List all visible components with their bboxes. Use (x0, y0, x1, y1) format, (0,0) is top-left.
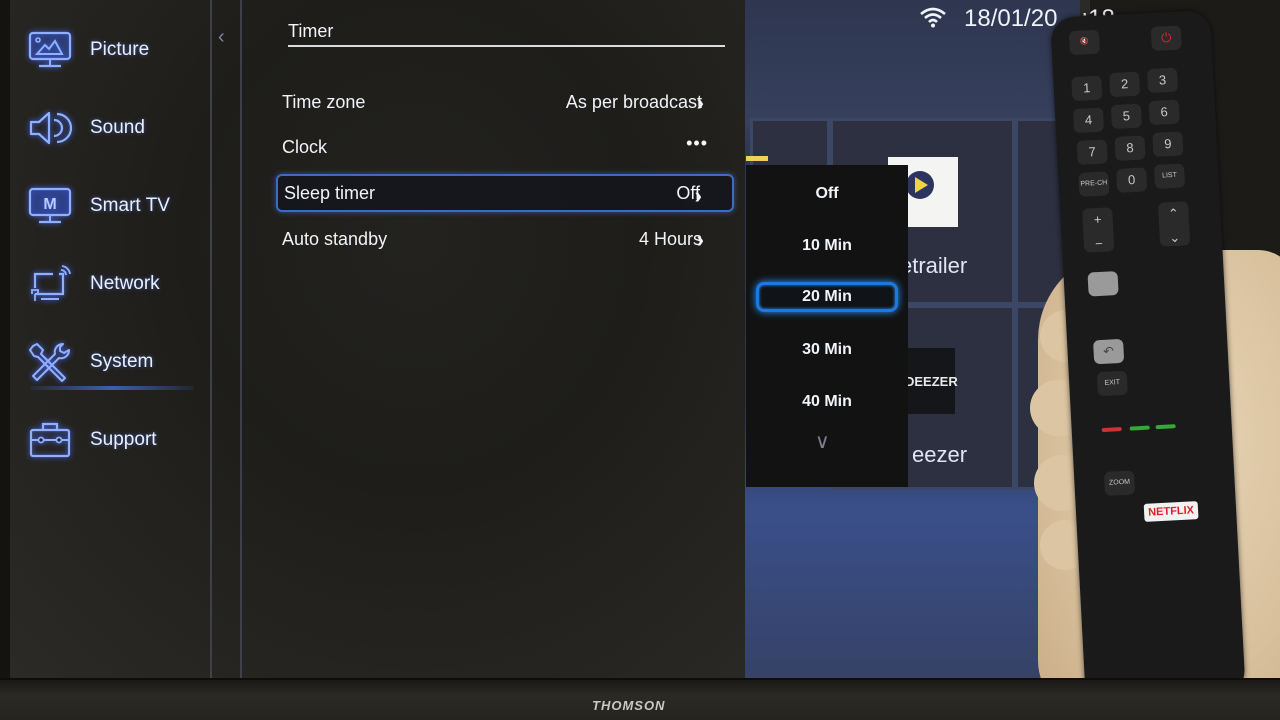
sidebar-item-label: Picture (90, 39, 150, 60)
picture-monitor-icon (24, 26, 76, 74)
more-dots-icon: ••• (686, 133, 708, 153)
sidebar-item-support[interactable]: Support (24, 410, 194, 470)
power-key: ⏻ (1150, 25, 1182, 51)
network-icon (24, 260, 76, 308)
dropdown-option[interactable]: Off (756, 179, 898, 209)
remote-key: 0 (1116, 167, 1148, 193)
remote-key: ZOOM (1103, 470, 1136, 496)
sidebar-item-network[interactable]: Network (24, 254, 194, 314)
remote-key: 4 (1072, 107, 1105, 134)
setting-row-auto-standby[interactable]: Auto standby 4 Hours › (276, 220, 734, 258)
section-title: Timer (288, 21, 334, 41)
section-underline (288, 45, 725, 47)
smart-tv-icon: M (24, 182, 76, 230)
sidebar-item-label: Smart TV (90, 195, 170, 216)
tools-icon (24, 338, 76, 386)
focus-marker (746, 156, 768, 161)
volume-key: + − (1082, 207, 1115, 253)
back-chevron-icon[interactable]: ‹ (218, 26, 225, 49)
chevron-right-icon: › (694, 183, 702, 208)
sleep-timer-dropdown: Off 10 Min 20 Min 30 Min 40 Min ∨ (746, 165, 908, 487)
remote-key: 1 (1071, 75, 1103, 102)
panel-divider (210, 0, 212, 678)
chevron-right-icon: › (696, 90, 704, 115)
speaker-icon (24, 104, 76, 152)
dropdown-option[interactable]: 30 Min (756, 335, 898, 365)
home-key (1087, 271, 1119, 297)
yellow-key (1155, 424, 1176, 430)
green-key (1129, 425, 1150, 431)
setting-name: Clock (282, 136, 328, 157)
remote-key: 5 (1110, 103, 1142, 130)
remote-key: PRE-CH (1078, 171, 1110, 197)
tv-bezel-left (0, 0, 10, 720)
panel-divider (240, 0, 242, 678)
channel-key: ⌃ ⌄ (1157, 201, 1191, 247)
remote-key: 6 (1148, 99, 1180, 126)
dropdown-option[interactable]: 40 Min (756, 387, 898, 417)
chevron-down-icon[interactable]: ∨ (815, 429, 830, 454)
tile-title-trailer: etrailer (900, 253, 968, 278)
tile-title-deezer: eezer (912, 442, 968, 467)
remote-key: 2 (1109, 71, 1141, 98)
remote-key: 3 (1146, 67, 1179, 94)
back-key: ↶ (1093, 338, 1125, 365)
dropdown-option[interactable]: 10 Min (756, 231, 898, 261)
toolbox-icon (24, 416, 76, 464)
setting-value: 4 Hours (638, 228, 702, 249)
netflix-key: NETFLIX (1143, 501, 1199, 522)
chevron-right-icon: › (696, 227, 704, 252)
wifi-icon (918, 6, 948, 33)
sidebar-item-label: Support (90, 429, 157, 450)
setting-name: Auto standby (282, 228, 388, 249)
sidebar-item-label: Sound (90, 117, 145, 138)
tv-brand-logo: THOMSON (592, 698, 666, 713)
red-key (1101, 427, 1122, 433)
remote-key: 8 (1114, 135, 1146, 161)
sidebar-item-picture[interactable]: Picture (24, 20, 194, 80)
sidebar-item-label: Network (90, 273, 160, 294)
setting-name: Sleep timer (284, 182, 376, 203)
sidebar-item-smart-tv[interactable]: M Smart TV (24, 176, 194, 236)
setting-name: Time zone (282, 91, 366, 112)
remote-key: 7 (1076, 139, 1108, 165)
setting-row-clock[interactable]: Clock ••• (276, 128, 734, 166)
dropdown-option-highlighted[interactable]: 20 Min (756, 282, 898, 312)
mute-key: 🔇 (1068, 29, 1101, 56)
setting-row-sleep-timer[interactable]: Sleep timer Off › (276, 174, 734, 212)
setting-row-time-zone[interactable]: Time zone As per broadcast › (276, 83, 734, 121)
sidebar-item-system[interactable]: System (24, 332, 194, 392)
remote-key: EXIT (1096, 370, 1128, 397)
svg-text:M: M (43, 196, 56, 213)
sidebar-item-sound[interactable]: Sound (24, 98, 194, 158)
remote-key: LIST (1153, 163, 1186, 189)
remote-key: 9 (1152, 131, 1184, 157)
deezer-app-logo: DEEZER (905, 348, 958, 414)
setting-value: As per broadcast (565, 91, 702, 112)
sidebar-item-label: System (90, 351, 154, 372)
